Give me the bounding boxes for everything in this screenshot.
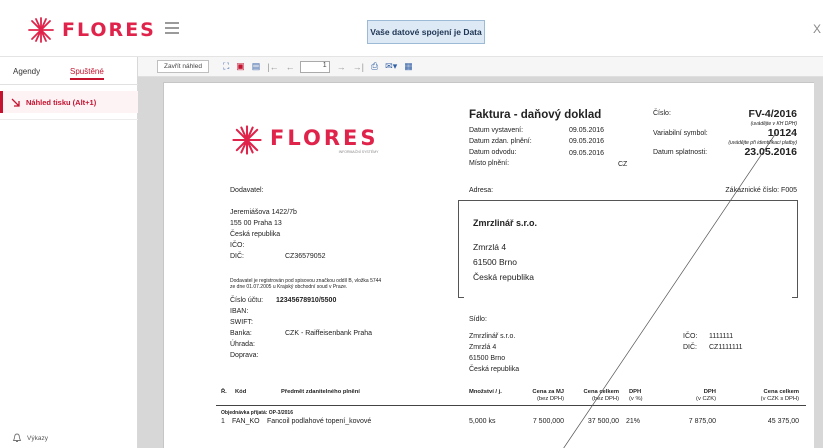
fit-page-icon[interactable]: ⛶ [223,61,229,72]
page-number-input[interactable]: 1 [299,60,330,73]
sidebar-tabs: Agendy Spuštěné [0,57,138,85]
preview-toolbar: Zavřít náhled ⛶ ▣ ▤ |← ← 1 → →| ⎙ ✉▾ ▦ [138,57,823,77]
arrow-down-right-icon [11,98,20,107]
brand-name: FLORES [62,19,156,41]
close-icon[interactable]: X [813,22,821,36]
signature-stroke [563,132,777,448]
first-page-icon[interactable]: |← [267,62,278,72]
tab-spustene[interactable]: Spuštěné [70,67,104,80]
email-icon[interactable]: ✉▾ [385,61,397,72]
app-header: FLORES Vaše datové spojení je Data X [0,0,823,57]
flores-logo[interactable]: FLORES [26,17,156,43]
divider [0,119,138,120]
close-preview-button[interactable]: Zavřít náhled [157,60,209,73]
connection-banner[interactable]: Vaše datové spojení je Data [367,20,485,44]
single-page-icon[interactable]: ▤ [252,61,261,72]
tab-agendy[interactable]: Agendy [13,67,40,76]
reports-label: Výkazy [27,434,48,442]
last-page-icon[interactable]: →| [353,62,364,72]
invoice-page: FLORES INFORMAČNÍ SYSTÉMY Faktura - daňo… [163,82,814,448]
fit-width-icon[interactable]: ▣ [236,61,245,72]
sidebar-item-print-preview[interactable]: Náhled tisku (Alt+1) [0,91,138,113]
next-page-icon[interactable]: → [337,62,346,72]
flores-flower-icon [28,17,54,43]
hamburger-menu-icon[interactable] [165,22,179,34]
reports-button[interactable]: Výkazy [12,433,48,443]
bell-icon [12,433,22,442]
print-icon[interactable]: ⎙ [371,61,378,72]
prev-page-icon[interactable]: ← [286,62,295,72]
app-window: FLORES Vaše datové spojení je Data X Age… [0,0,823,448]
sidebar: Agendy Spuštěné Náhled tisku (Alt+1) Výk… [0,57,138,448]
document-canvas[interactable]: FLORES INFORMAČNÍ SYSTÉMY Faktura - daňo… [138,77,823,448]
export-icon[interactable]: ▦ [404,61,413,72]
sidebar-item-label: Náhled tisku (Alt+1) [26,97,97,107]
